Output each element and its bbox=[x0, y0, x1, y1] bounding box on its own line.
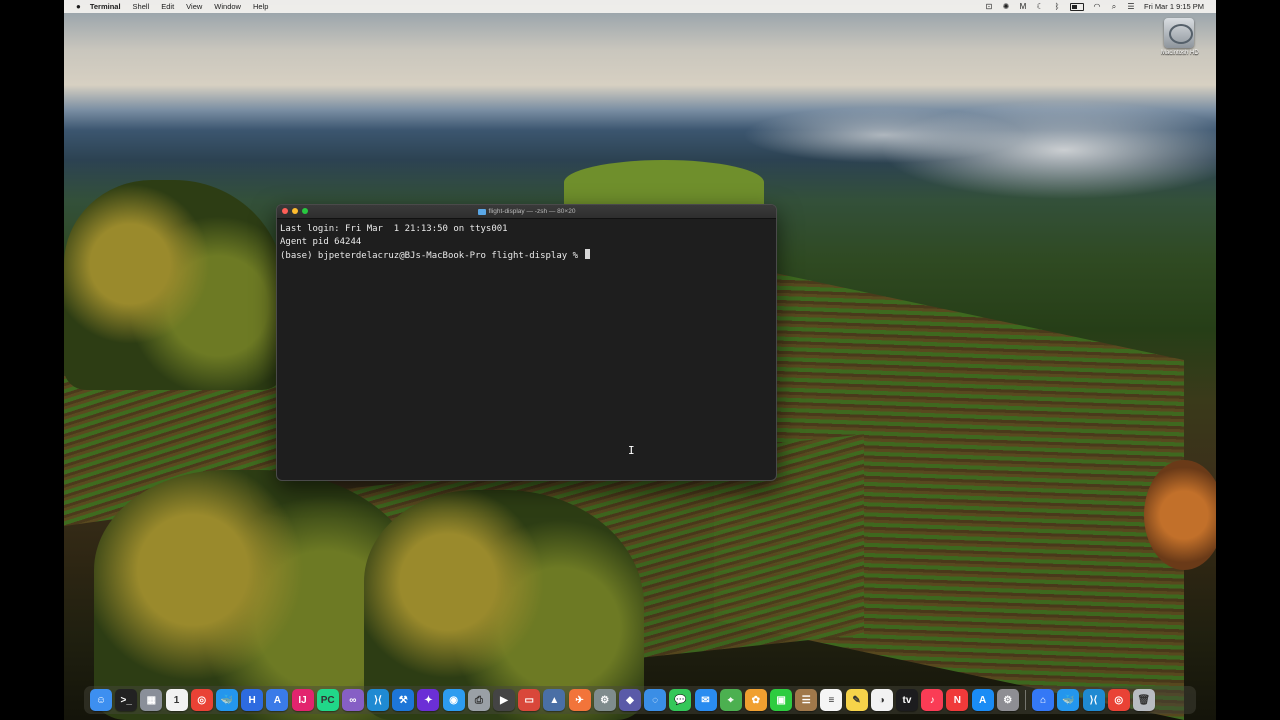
hard-drive-icon[interactable] bbox=[1164, 18, 1194, 48]
cone-app-icon[interactable]: ▲ bbox=[543, 689, 566, 711]
final-cut-icon[interactable]: ▶ bbox=[493, 689, 515, 711]
mail-icon[interactable]: ✉ bbox=[694, 689, 717, 711]
window-title: flight-display — -zsh — 80×20 bbox=[477, 208, 576, 215]
messages-icon[interactable]: 💬 bbox=[669, 689, 692, 711]
intellij-icon[interactable]: IJ bbox=[291, 689, 314, 711]
terminal-prompt: (base) bjpeterdelacruz@BJs-MacBook-Pro f… bbox=[280, 250, 584, 261]
terminal-prompt-line[interactable]: (base) bjpeterdelacruz@BJs-MacBook-Pro f… bbox=[280, 248, 773, 263]
night-mode-icon[interactable]: ☾ bbox=[1036, 3, 1044, 11]
text-cursor bbox=[585, 248, 591, 259]
recent-chrome-icon[interactable]: ◎ bbox=[1107, 689, 1130, 711]
launchpad-icon[interactable]: ▦ bbox=[140, 689, 163, 711]
terminal-icon[interactable]: >_ bbox=[115, 689, 138, 711]
folder-icon bbox=[477, 208, 486, 215]
presentation-icon[interactable]: ▭ bbox=[518, 689, 541, 711]
terminal-line: Last login: Fri Mar 1 21:13:50 on ttys00… bbox=[280, 224, 508, 234]
menu-shell[interactable]: Shell bbox=[133, 2, 150, 11]
freeform-icon[interactable]: ◑ bbox=[870, 689, 893, 711]
recent-vscode-icon[interactable]: ⟩⟨ bbox=[1082, 689, 1105, 711]
maps-icon[interactable]: ⌖ bbox=[719, 689, 742, 711]
wallpaper-autumn-tree bbox=[1144, 460, 1216, 570]
reminders-icon[interactable]: ≡ bbox=[820, 689, 843, 711]
visual-studio-icon[interactable]: ∞ bbox=[341, 689, 364, 711]
desktop-disk[interactable]: Macintosh HD bbox=[1161, 18, 1199, 56]
window-title-text: flight-display — -zsh — 80×20 bbox=[488, 208, 576, 215]
battery-icon[interactable] bbox=[1069, 2, 1084, 11]
news-icon[interactable]: N bbox=[946, 689, 969, 711]
wifi-icon[interactable]: ◠ bbox=[1093, 3, 1101, 11]
cube-app-icon[interactable]: ◆ bbox=[618, 689, 641, 711]
control-center-icon[interactable]: ☰ bbox=[1127, 3, 1135, 11]
recent-app-icon[interactable]: ⌂ bbox=[1032, 689, 1055, 711]
rider-icon[interactable]: ✦ bbox=[417, 689, 440, 711]
finder-icon[interactable]: ☺ bbox=[90, 689, 112, 711]
disk-label: Macintosh HD bbox=[1161, 50, 1199, 56]
recent-docker-icon[interactable]: 🐳 bbox=[1057, 689, 1080, 711]
apple-tv-icon[interactable]: tv bbox=[896, 689, 918, 711]
terminal-output[interactable]: Last login: Fri Mar 1 21:13:50 on ttys00… bbox=[277, 219, 776, 266]
dock: ☺ >_ ▦ 1 ◎ 🐳 H A IJ PC ∞ ⟩⟨ ⚒ ✦ ◉ ⎙ ▶ ▭ ▲ ✈ ⚙ ◆ ◌ 💬 ✉ ⌖ ✿ ▣ ☰ ≡ ✎ ◑ tv ♪ N… bbox=[84, 686, 1196, 714]
contacts-icon[interactable]: ☰ bbox=[795, 689, 818, 711]
system-settings-icon[interactable]: ⚙ bbox=[996, 689, 1019, 711]
screen-record-icon[interactable]: ⊡ bbox=[985, 3, 993, 11]
h-app-icon[interactable]: H bbox=[241, 689, 264, 711]
menu-bar: ● Terminal Shell Edit View Window Help ⊡… bbox=[64, 0, 1216, 13]
menu-window[interactable]: Window bbox=[214, 2, 241, 11]
terminal-window[interactable]: flight-display — -zsh — 80×20 Last login… bbox=[276, 204, 777, 481]
wallpaper-hill bbox=[564, 160, 764, 205]
apple-menu-icon[interactable]: ● bbox=[76, 2, 81, 11]
menu-edit[interactable]: Edit bbox=[161, 2, 174, 11]
menu-view[interactable]: View bbox=[186, 2, 202, 11]
safari-icon[interactable]: ◉ bbox=[442, 689, 465, 711]
calendar-icon[interactable]: 1 bbox=[165, 689, 188, 711]
chrome-icon[interactable]: ◎ bbox=[190, 689, 213, 711]
trash-icon[interactable]: 🗑 bbox=[1132, 689, 1155, 711]
printer-icon[interactable]: ⎙ bbox=[467, 689, 490, 711]
menu-clock[interactable]: Fri Mar 1 9:15 PM bbox=[1144, 2, 1204, 11]
menu-app-name[interactable]: Terminal bbox=[90, 2, 121, 11]
terminal-line: Agent pid 64244 bbox=[280, 236, 362, 247]
vscode-icon[interactable]: ⟩⟨ bbox=[367, 689, 390, 711]
ibeam-cursor-icon: I bbox=[628, 444, 635, 457]
app-store-icon[interactable]: A bbox=[971, 689, 994, 711]
minimize-button[interactable] bbox=[292, 208, 298, 214]
music-icon[interactable]: ♪ bbox=[921, 689, 944, 711]
accessibility-icon[interactable]: ✺ bbox=[1002, 3, 1010, 11]
photos-icon[interactable]: ✿ bbox=[744, 689, 767, 711]
docker-icon[interactable]: 🐳 bbox=[215, 689, 238, 711]
status-area: ⊡ ✺ M ☾ ᛒ ◠ ⌕ ☰ Fri Mar 1 9:15 PM bbox=[985, 2, 1204, 11]
compass-icon[interactable]: ◌ bbox=[644, 689, 667, 711]
spotlight-search-icon[interactable]: ⌕ bbox=[1110, 3, 1118, 11]
pycharm-icon[interactable]: PC bbox=[316, 689, 339, 711]
notes-icon[interactable]: ✎ bbox=[845, 689, 868, 711]
swift-icon[interactable]: ✈ bbox=[568, 689, 591, 711]
close-button[interactable] bbox=[282, 208, 288, 214]
font-app-icon[interactable]: A bbox=[266, 689, 289, 711]
utility-icon[interactable]: ⚙ bbox=[593, 689, 616, 711]
menu-help[interactable]: Help bbox=[253, 2, 268, 11]
facetime-icon[interactable]: ▣ bbox=[770, 689, 793, 711]
malwarebytes-icon[interactable]: M bbox=[1019, 3, 1027, 11]
dock-separator bbox=[1024, 690, 1026, 710]
xcode-icon[interactable]: ⚒ bbox=[392, 689, 415, 711]
zoom-button[interactable] bbox=[302, 208, 308, 214]
bluetooth-icon[interactable]: ᛒ bbox=[1053, 3, 1061, 11]
terminal-titlebar[interactable]: flight-display — -zsh — 80×20 bbox=[277, 205, 776, 219]
wallpaper-trees-left bbox=[64, 180, 284, 390]
